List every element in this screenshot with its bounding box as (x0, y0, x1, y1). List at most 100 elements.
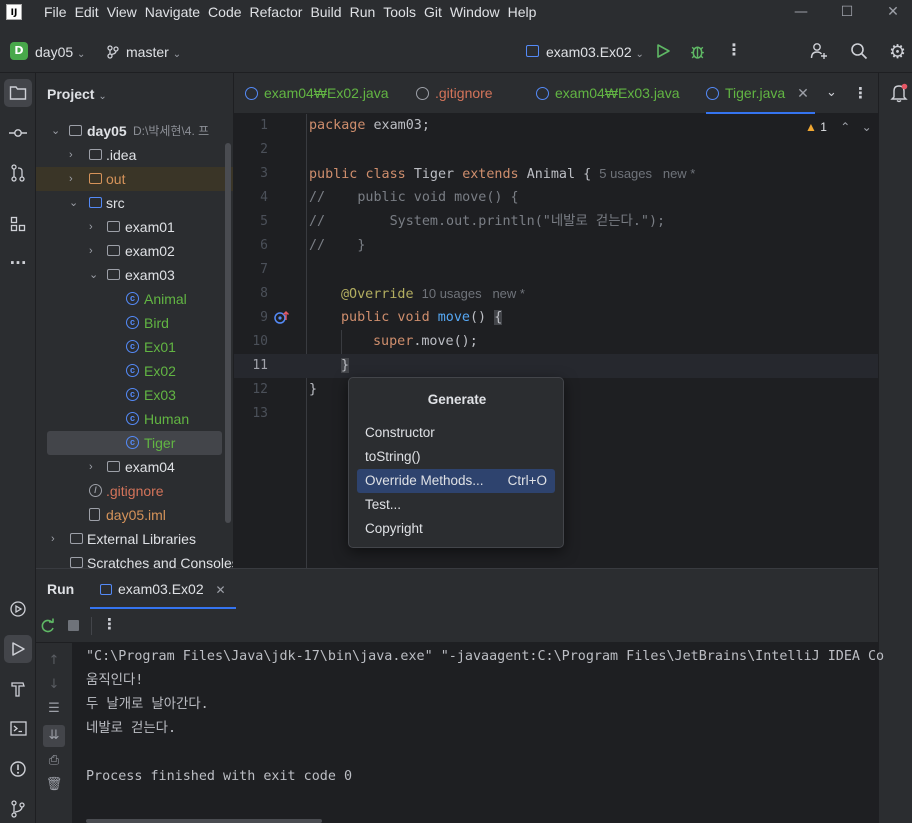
stop-icon[interactable] (68, 620, 79, 631)
generate-override-methods-item[interactable]: Override Methods... Ctrl+O (357, 469, 555, 493)
tree-item-exam04[interactable]: › exam04 (36, 455, 233, 479)
branch-selector[interactable]: master ⌄ (126, 44, 181, 60)
version-control-icon[interactable] (4, 795, 32, 823)
editor-tabs: exam04₩Ex02.java .gitignore exam04₩Ex03.… (234, 73, 878, 114)
inspection-widget[interactable]: ▲ 1 ⌃ ⌄ (805, 120, 872, 134)
menu-window[interactable]: Window (450, 0, 500, 25)
search-icon[interactable] (850, 42, 868, 64)
rerun-icon[interactable] (40, 618, 56, 638)
menu-build[interactable]: Build (310, 0, 341, 25)
tree-item-ex01[interactable]: c Ex01 (36, 335, 233, 359)
generate-tostring-item[interactable]: toString() (357, 445, 555, 469)
chevron-right-icon[interactable]: › (69, 143, 73, 167)
run-config-selector[interactable]: exam03.Ex02 ⌄ (546, 44, 644, 60)
commit-icon[interactable] (4, 119, 32, 147)
tree-item-src[interactable]: ⌄ src (36, 191, 233, 215)
soft-wrap-icon[interactable]: ☰ (43, 701, 65, 716)
print-icon[interactable]: ⎙ (43, 753, 65, 768)
chevron-down-icon[interactable]: ⌄ (89, 263, 98, 287)
services-icon[interactable] (4, 595, 32, 623)
tree-item-out[interactable]: › out (36, 167, 233, 191)
tree-item-external-libraries[interactable]: › External Libraries (36, 527, 233, 551)
run-tab-exam03-ex02[interactable]: exam03.Ex02 ✕ (90, 569, 236, 609)
close-tab-icon[interactable]: ✕ (797, 85, 809, 101)
add-user-icon[interactable] (810, 42, 828, 64)
next-highlight-icon[interactable]: ⌄ (862, 120, 872, 134)
structure-icon[interactable] (4, 210, 32, 238)
pull-requests-icon[interactable] (4, 159, 32, 187)
git-branch-icon (106, 45, 120, 63)
tree-item-animal[interactable]: c Animal (36, 287, 233, 311)
tree-item-exam03[interactable]: ⌄ exam03 (36, 263, 233, 287)
chevron-right-icon[interactable]: › (89, 239, 93, 263)
menu-navigate[interactable]: Navigate (145, 0, 200, 25)
settings-gear-icon[interactable]: ⚙ (889, 41, 906, 63)
terminal-icon[interactable] (4, 715, 32, 743)
close-run-tab-icon[interactable]: ✕ (216, 583, 226, 597)
tree-item-iml[interactable]: day05.iml (36, 503, 233, 527)
tree-item-scratches[interactable]: Scratches and Consoles (36, 551, 233, 568)
down-arrow-icon[interactable]: ↓ (43, 677, 65, 692)
scroll-to-end-icon[interactable]: ⇊ (43, 725, 65, 747)
tabs-chevron-down-icon[interactable]: ⌄ (826, 85, 837, 100)
project-selector[interactable]: day05 ⌄ (35, 44, 85, 60)
menu-view[interactable]: View (107, 0, 137, 25)
run-icon[interactable] (655, 43, 671, 63)
chevron-right-icon[interactable]: › (51, 527, 55, 551)
tree-item-gitignore[interactable]: / .gitignore (36, 479, 233, 503)
generate-copyright-item[interactable]: Copyright (357, 517, 555, 541)
menu-run[interactable]: Run (350, 0, 376, 25)
tabs-more-icon[interactable]: ⋮ (853, 84, 868, 102)
overrides-method-icon[interactable] (274, 310, 290, 328)
close-window-button[interactable]: ✕ (870, 0, 912, 25)
previous-highlight-icon[interactable]: ⌃ (840, 120, 850, 134)
tab-gitignore[interactable]: .gitignore (416, 73, 493, 114)
chevron-right-icon[interactable]: › (89, 215, 93, 239)
problems-icon[interactable] (4, 755, 32, 783)
tab-exam04-ex02[interactable]: exam04₩Ex02.java (245, 73, 389, 114)
menu-edit[interactable]: Edit (75, 0, 99, 25)
chevron-down-icon[interactable]: ⌄ (51, 119, 60, 143)
run-more-icon[interactable]: ⋮ (102, 615, 117, 633)
notifications-bell-icon[interactable] (890, 83, 908, 107)
build-hammer-icon[interactable] (4, 675, 32, 703)
intellij-logo-icon[interactable]: IJ (6, 4, 22, 20)
chevron-right-icon[interactable]: › (89, 455, 93, 479)
trash-icon[interactable]: 🗑 (43, 777, 65, 792)
project-scrollbar[interactable] (225, 143, 231, 523)
run-tool-icon[interactable] (4, 635, 32, 663)
tree-item-day05[interactable]: ⌄ day05 D:\박세현\4. 프 (36, 119, 233, 143)
menu-file[interactable]: File (44, 0, 67, 25)
usages-hint[interactable]: 5 usages new * (599, 166, 695, 181)
tree-item-human[interactable]: c Human (36, 407, 233, 431)
tree-item-exam01[interactable]: › exam01 (36, 215, 233, 239)
tree-item-idea[interactable]: › .idea (36, 143, 233, 167)
project-tool-folder-icon[interactable] (4, 79, 32, 107)
maximize-button[interactable]: ☐ (824, 0, 870, 25)
menu-refactor[interactable]: Refactor (250, 0, 303, 25)
tab-exam04-ex03[interactable]: exam04₩Ex03.java (536, 73, 680, 114)
more-tools-icon[interactable]: ··· (4, 249, 32, 277)
project-panel-title[interactable]: Project ⌄ (47, 86, 107, 102)
up-arrow-icon[interactable]: ↑ (43, 653, 65, 668)
console-horizontal-scrollbar[interactable] (86, 819, 322, 823)
tab-tiger-java[interactable]: Tiger.java ✕ (706, 73, 815, 114)
chevron-right-icon[interactable]: › (69, 167, 73, 191)
tree-item-ex02[interactable]: c Ex02 (36, 359, 233, 383)
tree-item-ex03[interactable]: c Ex03 (36, 383, 233, 407)
menu-code[interactable]: Code (208, 0, 241, 25)
more-actions-icon[interactable]: ⋮ (726, 40, 742, 59)
chevron-down-icon[interactable]: ⌄ (69, 191, 78, 215)
debug-icon[interactable] (689, 43, 706, 64)
tree-item-bird[interactable]: c Bird (36, 311, 233, 335)
minimize-button[interactable]: — (778, 0, 824, 25)
module-folder-icon (69, 125, 82, 136)
menu-tools[interactable]: Tools (383, 0, 416, 25)
tree-item-exam02[interactable]: › exam02 (36, 239, 233, 263)
menu-git[interactable]: Git (424, 0, 442, 25)
tree-item-tiger[interactable]: c Tiger (47, 431, 222, 455)
generate-constructor-item[interactable]: Constructor (357, 421, 555, 445)
usages-hint[interactable]: 10 usages new * (422, 286, 525, 301)
generate-test-item[interactable]: Test... (357, 493, 555, 517)
menu-help[interactable]: Help (508, 0, 537, 25)
